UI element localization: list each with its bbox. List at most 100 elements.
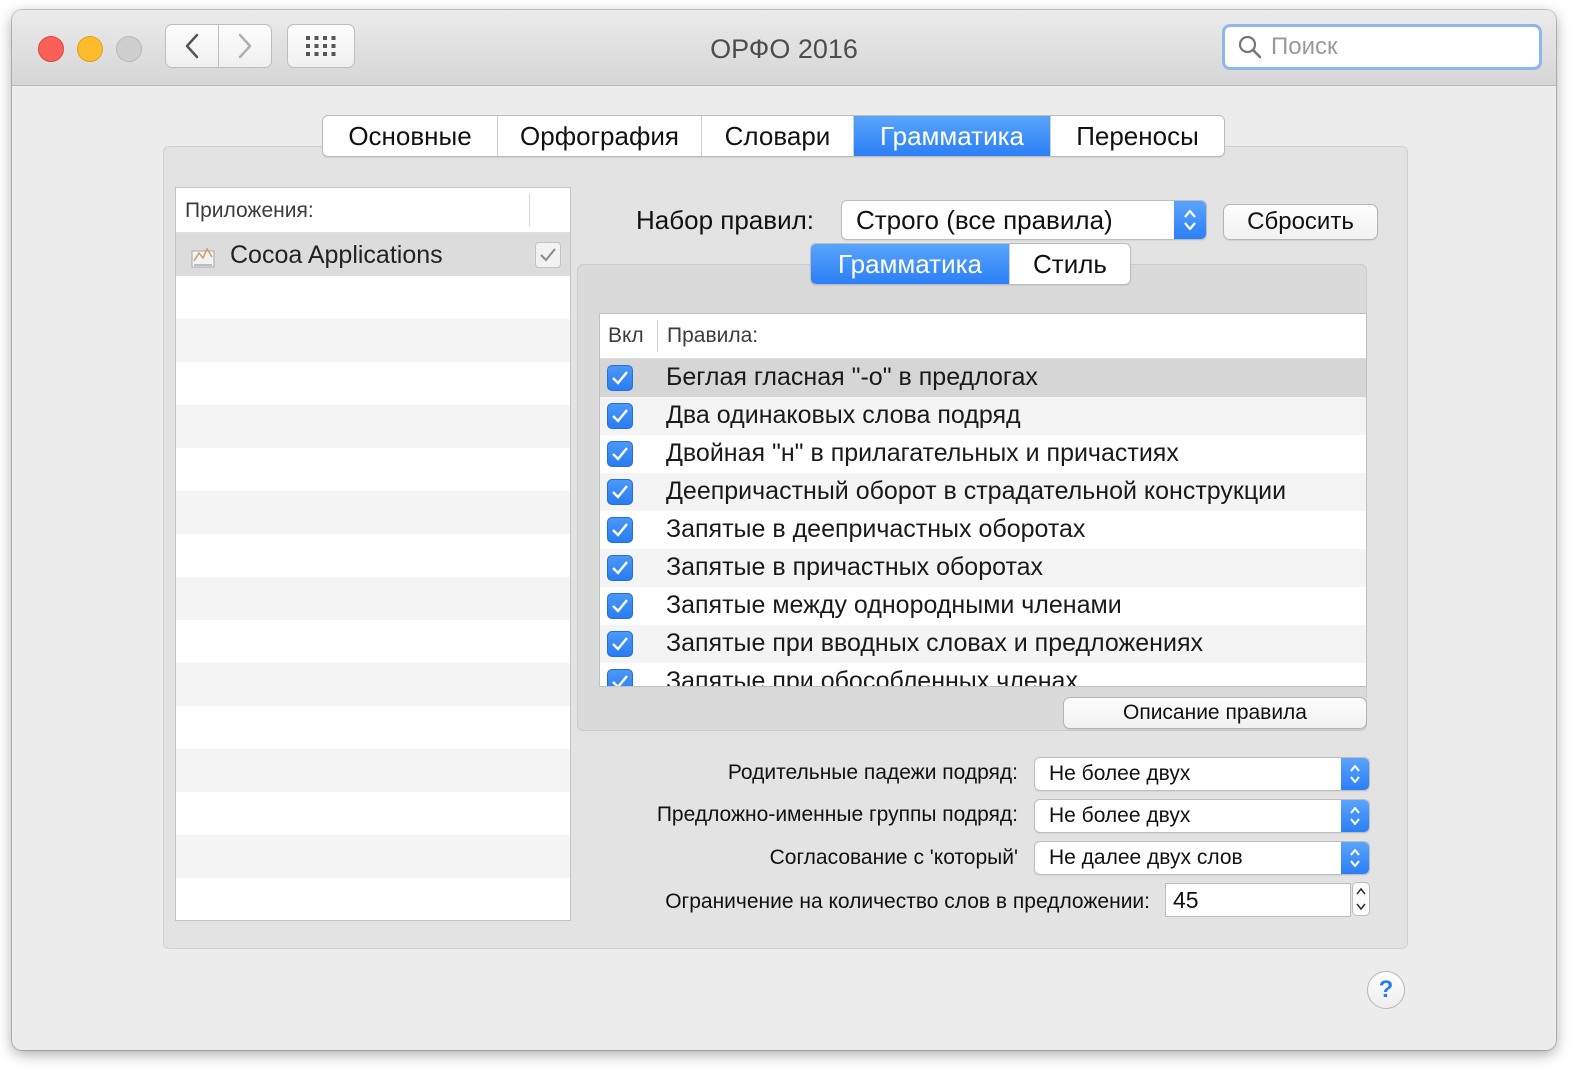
tab-basic[interactable]: Основные [323, 116, 498, 156]
search-input[interactable] [1269, 32, 1523, 62]
rule-checkbox[interactable] [607, 631, 633, 657]
rule-name: Двойная "н" в прилагательных и причастия… [666, 439, 1179, 467]
zoom-window-button[interactable] [116, 36, 142, 62]
chevron-right-icon [238, 33, 252, 59]
rule-checkbox[interactable] [607, 669, 633, 686]
close-window-button[interactable] [38, 36, 64, 62]
word-limit-field[interactable]: 45 [1165, 883, 1351, 917]
rule-checkbox[interactable] [607, 555, 633, 581]
checkmark-icon [612, 371, 628, 385]
table-row[interactable]: Запятые в деепричастных оборотах [600, 511, 1366, 549]
table-row[interactable]: Беглая гласная "-о" в предлогах [600, 359, 1366, 397]
tab-hyphenation[interactable]: Переносы [1051, 116, 1224, 156]
popup-arrows-icon [1341, 800, 1369, 832]
prep-groups-value: Не более двух [1049, 804, 1191, 827]
chevron-left-icon [185, 33, 199, 59]
kotory-label: Согласование с 'который' [769, 846, 1018, 869]
empty-row [176, 663, 570, 706]
table-row[interactable]: Деепричастный оборот в страдательной кон… [600, 473, 1366, 511]
empty-row [176, 835, 570, 878]
genitive-value: Не более двух [1049, 762, 1191, 785]
list-item[interactable]: Cocoa Applications [176, 233, 570, 276]
empty-row [176, 319, 570, 362]
empty-row [176, 577, 570, 620]
rule-checkbox[interactable] [607, 479, 633, 505]
rules-column-header[interactable]: Правила: [667, 324, 758, 348]
ruleset-value: Строго (все правила) [856, 204, 1113, 235]
stepper-down-icon [1356, 903, 1366, 911]
ruleset-popup[interactable]: Строго (все правила) [841, 200, 1207, 240]
enabled-column-header[interactable]: Вкл [608, 324, 644, 348]
genitive-label: Родительные падежи подряд: [727, 761, 1018, 784]
table-row[interactable]: Запятые между однородными членами [600, 587, 1366, 625]
tab-style-rules[interactable]: Стиль [1010, 244, 1130, 284]
table-row[interactable]: Запятые в причастных оборотах [600, 549, 1366, 587]
genitive-popup[interactable]: Не более двух [1034, 757, 1370, 791]
empty-row [176, 405, 570, 448]
applications-header: Приложения: [176, 188, 570, 233]
app-icon [191, 247, 215, 268]
reset-button[interactable]: Сбросить [1223, 204, 1378, 240]
checkmark-icon [612, 523, 628, 537]
checkmark-icon [540, 248, 556, 262]
rule-checkbox[interactable] [607, 403, 633, 429]
applications-list: Приложения: Cocoa Applications [175, 187, 571, 921]
main-tab-bar: Основные Орфография Словари Грамматика П… [322, 115, 1225, 157]
prep-groups-popup[interactable]: Не более двух [1034, 799, 1370, 833]
rule-name: Запятые при вводных словах и предложения… [666, 629, 1203, 657]
checkmark-icon [612, 675, 628, 686]
rule-name: Запятые в причастных оборотах [666, 553, 1044, 581]
prep-groups-label: Предложно-именные группы подряд: [656, 803, 1018, 826]
grid-icon [306, 36, 336, 56]
rules-table: Вкл Правила: Беглая гласная "-о" в предл… [599, 313, 1367, 687]
rule-description-button[interactable]: Описание правила [1063, 697, 1367, 729]
back-button[interactable] [165, 24, 219, 68]
rule-name: Запятые в деепричастных оборотах [666, 515, 1086, 543]
rule-name: Беглая гласная "-о" в предлогах [666, 363, 1038, 391]
checkmark-icon [612, 447, 628, 461]
word-limit-stepper[interactable] [1352, 882, 1370, 916]
checkmark-icon [612, 409, 628, 423]
sub-tab-bar: Грамматика Стиль [810, 243, 1131, 285]
app-enabled-checkbox[interactable] [535, 242, 561, 268]
tab-grammar[interactable]: Грамматика [854, 116, 1051, 156]
table-row[interactable]: Два одинаковых слова подряд [600, 397, 1366, 435]
title-bar: ОРФО 2016 [12, 10, 1556, 86]
rule-checkbox[interactable] [607, 593, 633, 619]
ruleset-label: Набор правил: [636, 205, 815, 235]
kotory-popup[interactable]: Не далее двух слов [1034, 841, 1370, 875]
rules-table-header: Вкл Правила: [600, 314, 1366, 359]
forward-button[interactable] [218, 24, 272, 68]
app-name: Cocoa Applications [230, 241, 443, 269]
help-button[interactable]: ? [1367, 971, 1405, 1009]
popup-arrows-icon [1174, 201, 1206, 239]
empty-row [176, 749, 570, 792]
table-row[interactable]: Запятые при обособленных членах [600, 663, 1366, 687]
tab-spelling[interactable]: Орфография [498, 116, 702, 156]
tab-grammar-rules[interactable]: Грамматика [811, 244, 1010, 284]
column-divider [529, 194, 530, 226]
rule-checkbox[interactable] [607, 517, 633, 543]
search-icon [1238, 35, 1262, 59]
rule-checkbox[interactable] [607, 365, 633, 391]
table-row[interactable]: Двойная "н" в прилагательных и причастия… [600, 435, 1366, 473]
tab-dictionaries[interactable]: Словари [702, 116, 854, 156]
checkmark-icon [612, 637, 628, 651]
checkmark-icon [612, 485, 628, 499]
word-limit-label: Ограничение на количество слов в предлож… [665, 890, 1150, 913]
search-field[interactable] [1222, 24, 1542, 70]
applications-header-label: Приложения: [185, 199, 314, 222]
show-all-button[interactable] [287, 24, 355, 68]
rule-name: Запятые при обособленных членах [666, 667, 1078, 687]
popup-arrows-icon [1341, 758, 1369, 790]
rule-checkbox[interactable] [607, 441, 633, 467]
popup-arrows-icon [1341, 842, 1369, 874]
column-divider [657, 320, 658, 352]
minimize-window-button[interactable] [77, 36, 103, 62]
rule-name: Два одинаковых слова подряд [666, 401, 1021, 429]
rule-name: Запятые между однородными членами [666, 591, 1122, 619]
table-row[interactable]: Запятые при вводных словах и предложения… [600, 625, 1366, 663]
kotory-value: Не далее двух слов [1049, 846, 1243, 869]
checkmark-icon [612, 561, 628, 575]
rule-name: Деепричастный оборот в страдательной кон… [666, 477, 1287, 505]
